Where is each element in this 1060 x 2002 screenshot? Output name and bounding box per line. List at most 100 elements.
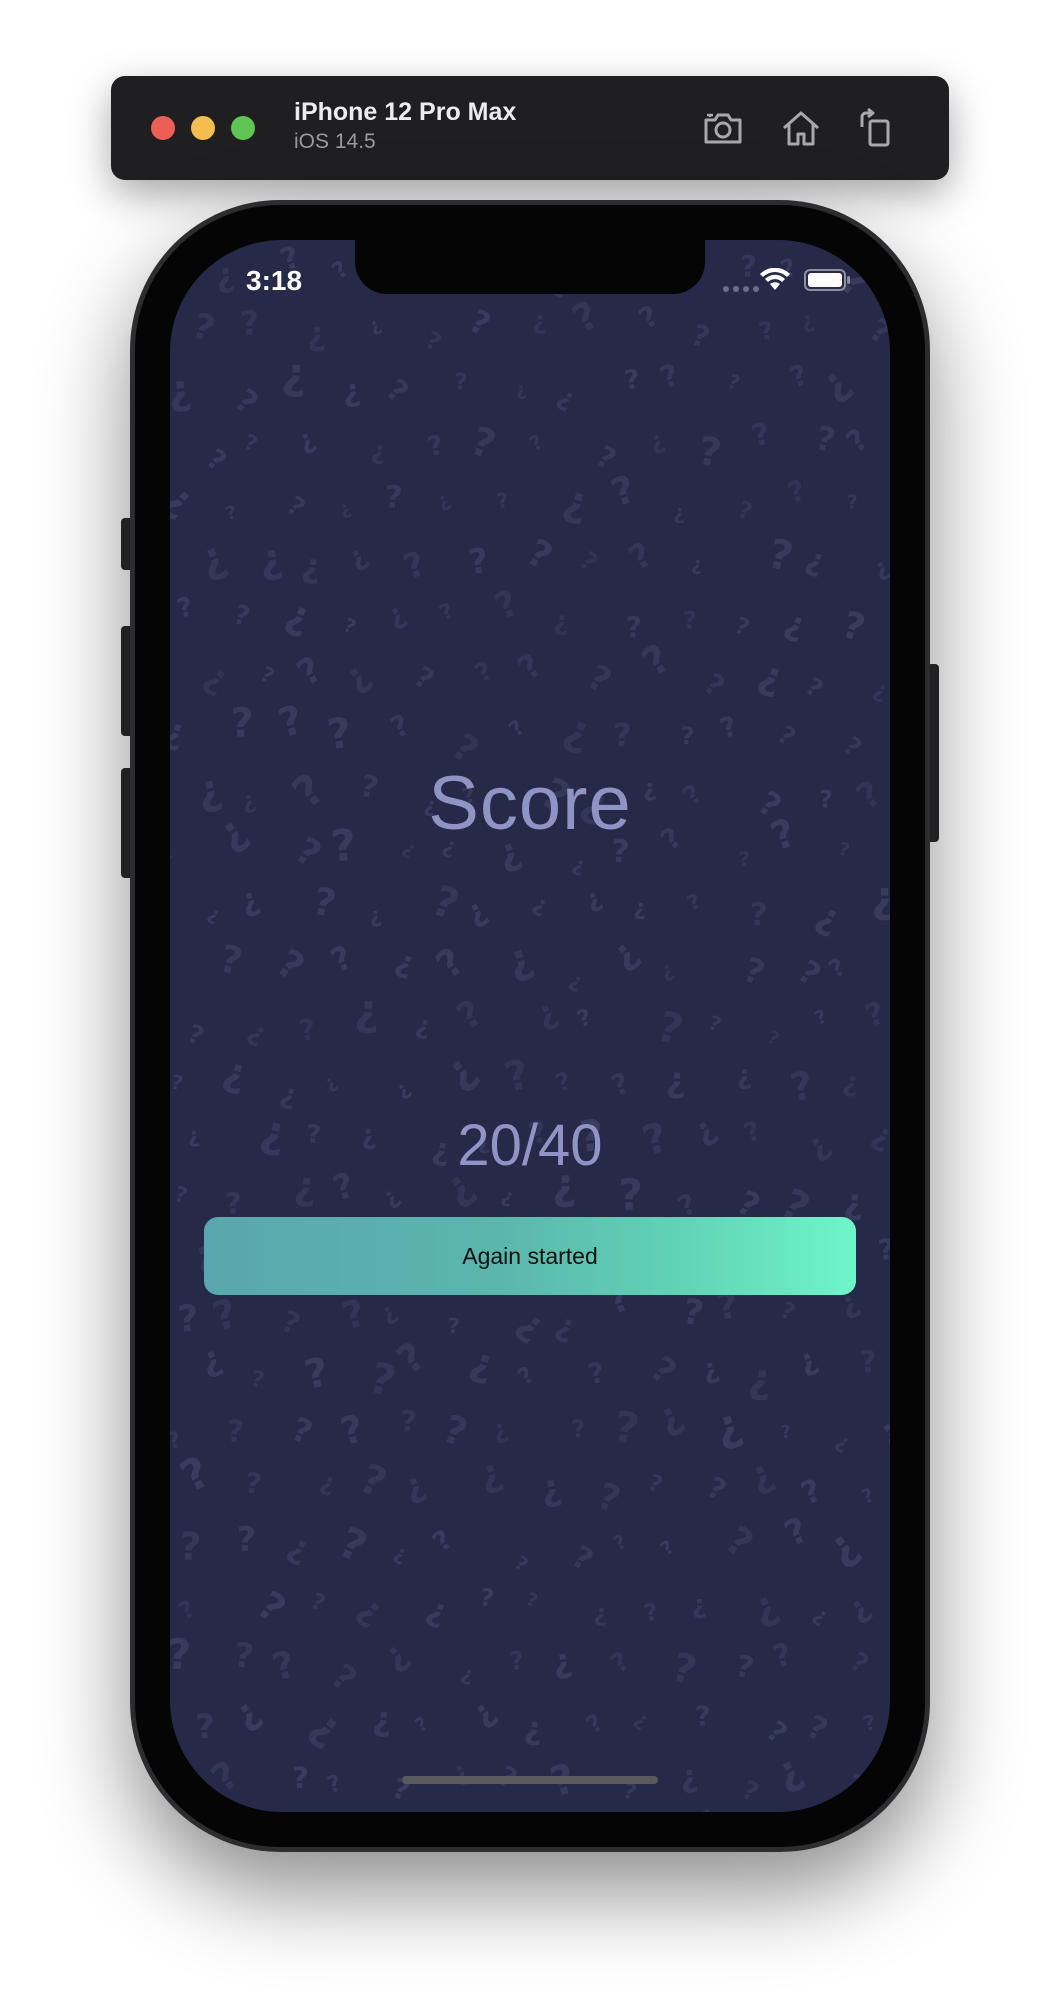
- pattern-question-mark: ¿: [697, 1351, 722, 1387]
- pattern-question-mark: ?: [633, 299, 664, 336]
- pattern-question-mark: ¿: [465, 1339, 500, 1389]
- score-title: Score: [428, 761, 632, 846]
- phone-bezel: ?¿???¿¿¿¿¿???¿??¿¿??¿????¿?¿¿?¿¿??¿¿????…: [135, 205, 925, 1847]
- pattern-question-mark: ¿: [649, 1392, 690, 1441]
- pattern-question-mark: ?: [470, 656, 498, 689]
- pattern-question-mark: ¿: [869, 1410, 890, 1455]
- pattern-question-mark: ¿: [213, 254, 237, 295]
- stage: iPhone 12 Pro Max iOS 14.5 ? ¿ ? ? ? ? ?…: [0, 0, 1060, 2002]
- pattern-question-mark: ¿: [792, 1341, 823, 1380]
- pattern-question-mark: ¿: [197, 655, 237, 700]
- pattern-question-mark: ?: [170, 259, 183, 286]
- pattern-question-mark: ?: [705, 1011, 724, 1037]
- pattern-question-mark: ¿: [665, 1060, 686, 1101]
- pattern-question-mark: ¿: [422, 1589, 454, 1631]
- pattern-question-mark: ?: [585, 1356, 608, 1392]
- pattern-question-mark: ¿: [580, 882, 606, 914]
- pattern-question-mark: ¿: [282, 1526, 316, 1568]
- pattern-question-mark: ¿: [413, 1010, 433, 1042]
- cellular-signal-icon: [723, 286, 759, 292]
- pattern-question-mark: ¿: [376, 1182, 405, 1212]
- pattern-question-mark: ¿: [570, 851, 589, 878]
- pattern-question-mark: ?: [203, 1752, 248, 1802]
- pattern-question-mark: ?: [694, 1700, 711, 1733]
- pattern-question-mark: ?: [525, 429, 547, 456]
- pattern-question-mark: ?: [215, 936, 246, 984]
- pattern-question-mark: ?: [861, 995, 889, 1035]
- pattern-question-mark: ¿: [553, 606, 569, 637]
- pattern-question-mark: ?: [570, 1415, 586, 1444]
- question-mark-pattern: ?¿???¿¿¿¿¿???¿??¿¿??¿????¿?¿¿?¿¿??¿¿????…: [170, 240, 890, 1812]
- home-button[interactable]: [779, 106, 823, 150]
- pattern-question-mark: ?: [421, 326, 446, 357]
- screenshot-button[interactable]: [701, 106, 745, 150]
- pattern-question-mark: ?: [174, 1595, 200, 1625]
- pattern-question-mark: ?: [764, 529, 798, 581]
- pattern-question-mark: ?: [408, 659, 440, 697]
- pattern-question-mark: ?: [625, 611, 642, 644]
- pattern-question-mark: ¿: [302, 1700, 352, 1755]
- pattern-question-mark: ?: [887, 1654, 890, 1686]
- pattern-question-mark: ?: [183, 1019, 208, 1052]
- pattern-question-mark: ?: [466, 541, 492, 583]
- pattern-question-mark: ¿: [446, 1755, 474, 1790]
- wifi-icon: [760, 268, 790, 290]
- pattern-question-mark: ¿: [381, 596, 411, 633]
- pattern-question-mark: ?: [847, 492, 858, 513]
- pattern-question-mark: ?: [449, 991, 490, 1039]
- pattern-question-mark: ?: [738, 847, 751, 871]
- pattern-question-mark: ?: [656, 358, 685, 397]
- pattern-question-mark: ¿: [753, 652, 790, 702]
- pattern-question-mark: ?: [882, 600, 890, 655]
- pattern-question-mark: ?: [565, 292, 606, 342]
- pattern-question-mark: ¿: [566, 967, 587, 994]
- pattern-question-mark: ¿: [510, 1300, 555, 1348]
- pattern-question-mark: ¿: [602, 930, 645, 977]
- zoom-window-button[interactable]: [231, 116, 255, 140]
- pattern-question-mark: ¿: [870, 676, 890, 705]
- again-started-button[interactable]: Again started: [204, 1217, 856, 1295]
- pattern-question-mark: ?: [573, 546, 604, 579]
- pattern-question-mark: ¿: [243, 1016, 272, 1049]
- pattern-question-mark: ?: [778, 1509, 815, 1555]
- pattern-question-mark: ?: [776, 1297, 799, 1327]
- pattern-question-mark: ¿: [499, 1183, 518, 1209]
- pattern-question-mark: ¿: [593, 1599, 609, 1628]
- pattern-question-mark: ?: [858, 1483, 877, 1509]
- pattern-question-mark: ?: [510, 1552, 532, 1576]
- pattern-question-mark: ¿: [633, 896, 646, 921]
- pattern-question-mark: ¿: [686, 1792, 727, 1812]
- pattern-question-mark: ?: [716, 709, 742, 745]
- pattern-question-mark: ?: [687, 318, 715, 357]
- pattern-question-mark: ?: [656, 1535, 679, 1560]
- pattern-question-mark: ?: [731, 613, 753, 642]
- pattern-question-mark: ¿: [885, 248, 890, 290]
- pattern-question-mark: ?: [683, 888, 705, 916]
- pattern-question-mark: ?: [519, 530, 560, 579]
- pattern-question-mark: ?: [580, 656, 618, 702]
- minimize-window-button[interactable]: [191, 116, 215, 140]
- close-window-button[interactable]: [151, 116, 175, 140]
- pattern-question-mark: ¿: [809, 1602, 833, 1628]
- pattern-question-mark: ?: [268, 941, 312, 991]
- pattern-question-mark: ?: [623, 364, 642, 397]
- pattern-question-mark: ?: [785, 358, 813, 395]
- pattern-question-mark: ?: [340, 613, 359, 639]
- pattern-question-mark: ?: [353, 1454, 394, 1507]
- pattern-question-mark: ?: [796, 1472, 827, 1512]
- pattern-question-mark: ?: [286, 1409, 318, 1452]
- pattern-question-mark: ?: [436, 599, 459, 627]
- pattern-question-mark: ¿: [225, 1689, 267, 1736]
- pattern-question-mark: ?: [860, 1709, 879, 1736]
- pattern-question-mark: ¿: [812, 358, 859, 409]
- pattern-question-mark: ?: [170, 1745, 192, 1797]
- pattern-question-mark: ?: [839, 1766, 874, 1808]
- home-indicator[interactable]: [402, 1776, 658, 1784]
- pattern-question-mark: ?: [324, 1770, 345, 1799]
- rotate-button[interactable]: [853, 106, 897, 150]
- pattern-question-mark: ?: [170, 1427, 184, 1455]
- pattern-question-mark: ?: [837, 603, 870, 650]
- pattern-question-mark: ?: [173, 1447, 218, 1503]
- pattern-question-mark: ?: [292, 1761, 309, 1795]
- pattern-question-mark: ¿: [536, 1467, 565, 1511]
